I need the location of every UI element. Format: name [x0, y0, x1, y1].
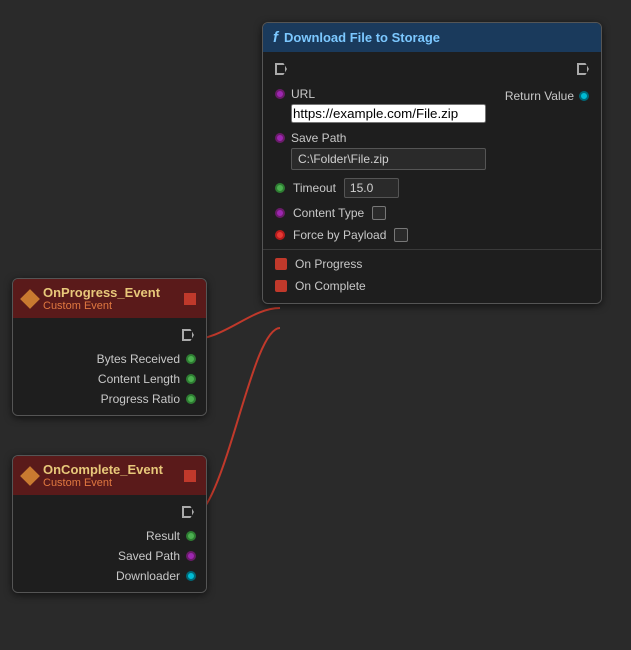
result-pin[interactable] [186, 531, 196, 541]
oncomplete-exec-out[interactable] [182, 506, 194, 521]
progress-ratio-row: Progress Ratio [13, 389, 206, 409]
onprogress-subtitle: Custom Event [43, 300, 160, 312]
content-length-row: Content Length [13, 369, 206, 389]
url-input[interactable] [291, 104, 486, 123]
content-length-pin[interactable] [186, 374, 196, 384]
bytes-received-row: Bytes Received [13, 349, 206, 369]
progress-ratio-label: Progress Ratio [101, 392, 180, 406]
oncomplete-close[interactable] [184, 470, 196, 482]
save-path-input[interactable] [291, 148, 486, 170]
return-value-pin[interactable] [579, 91, 589, 101]
download-node: f Download File to Storage URL Return Va… [262, 22, 602, 304]
force-payload-checkbox[interactable] [394, 228, 408, 242]
result-label: Result [146, 529, 180, 543]
function-icon: f [273, 29, 278, 46]
on-progress-row: On Progress [263, 253, 601, 275]
timeout-label: Timeout [293, 181, 336, 195]
save-path-label: Save Path [291, 131, 346, 145]
force-payload-label: Force by Payload [293, 228, 386, 242]
oncomplete-node: OnComplete_Event Custom Event Result Sav… [12, 455, 207, 593]
downloader-row: Downloader [13, 566, 206, 586]
url-label: URL [291, 87, 315, 101]
onprogress-close[interactable] [184, 293, 196, 305]
force-payload-row: Force by Payload [263, 224, 601, 246]
exec-out-pin[interactable] [577, 63, 589, 78]
timeout-pin[interactable] [275, 183, 285, 193]
progress-ratio-pin[interactable] [186, 394, 196, 404]
saved-path-row: Saved Path [13, 546, 206, 566]
oncomplete-diamond-icon [20, 466, 40, 486]
content-type-pin[interactable] [275, 208, 285, 218]
oncomplete-subtitle: Custom Event [43, 477, 163, 489]
result-row: Result [13, 526, 206, 546]
on-complete-label: On Complete [295, 279, 366, 293]
saved-path-label: Saved Path [118, 549, 180, 563]
onprogress-exec-out[interactable] [182, 329, 194, 344]
bytes-received-pin[interactable] [186, 354, 196, 364]
content-type-checkbox[interactable] [372, 206, 386, 220]
bytes-received-label: Bytes Received [97, 352, 180, 366]
timeout-row: Timeout [263, 174, 601, 202]
saved-path-pin[interactable] [186, 551, 196, 561]
on-progress-pin[interactable] [275, 258, 287, 270]
return-value-label: Return Value [505, 89, 574, 103]
content-type-label: Content Type [293, 206, 364, 220]
on-complete-pin[interactable] [275, 280, 287, 292]
download-node-header: f Download File to Storage [263, 23, 601, 52]
url-pin[interactable] [275, 89, 285, 99]
onprogress-diamond-icon [20, 289, 40, 309]
onprogress-title: OnProgress_Event [43, 285, 160, 300]
on-progress-label: On Progress [295, 257, 362, 271]
timeout-input[interactable] [344, 178, 399, 198]
exec-in-pin[interactable] [275, 63, 287, 78]
content-type-row: Content Type [263, 202, 601, 224]
oncomplete-header: OnComplete_Event Custom Event [13, 456, 206, 495]
onprogress-node: OnProgress_Event Custom Event Bytes Rece… [12, 278, 207, 416]
oncomplete-title: OnComplete_Event [43, 462, 163, 477]
content-length-label: Content Length [98, 372, 180, 386]
download-node-title: Download File to Storage [284, 30, 440, 45]
downloader-label: Downloader [116, 569, 180, 583]
on-complete-row: On Complete [263, 275, 601, 297]
force-payload-pin[interactable] [275, 230, 285, 240]
onprogress-header: OnProgress_Event Custom Event [13, 279, 206, 318]
downloader-pin[interactable] [186, 571, 196, 581]
save-path-pin[interactable] [275, 133, 285, 143]
